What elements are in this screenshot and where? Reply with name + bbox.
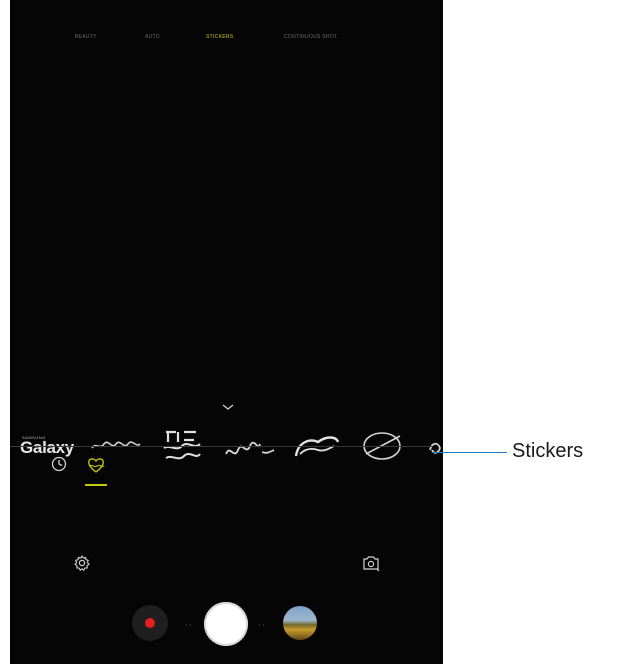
mode-stickers[interactable]: STICKERS: [206, 34, 233, 40]
gallery-thumbnail[interactable]: [283, 606, 317, 640]
mode-auto[interactable]: AUTO: [145, 34, 160, 40]
chevron-down-icon[interactable]: [220, 401, 236, 413]
record-dot-icon: [145, 618, 155, 628]
record-button[interactable]: [132, 605, 168, 641]
camera-screen: BEAUTY AUTO STICKERS CONTINUOUS SHOT SAM…: [10, 0, 443, 664]
callout-label-stickers: Stickers: [512, 440, 584, 462]
callout-line: [433, 452, 507, 453]
heart-sticker-icon[interactable]: [84, 455, 108, 475]
switch-camera-icon[interactable]: [361, 554, 381, 572]
clock-icon[interactable]: [50, 455, 68, 473]
mode-beauty[interactable]: BEAUTY: [75, 34, 97, 40]
mode-continuous-shot[interactable]: CONTINUOUS SHOT: [284, 34, 337, 40]
sticker-divider: [10, 446, 433, 447]
separator-dots: ··: [258, 621, 266, 631]
mode-bar: BEAUTY AUTO STICKERS CONTINUOUS SHOT: [10, 34, 443, 48]
gear-icon[interactable]: [73, 554, 91, 572]
separator-dots: ··: [185, 621, 193, 631]
shutter-button[interactable]: [204, 602, 248, 646]
tab-selected-indicator: [85, 484, 107, 486]
